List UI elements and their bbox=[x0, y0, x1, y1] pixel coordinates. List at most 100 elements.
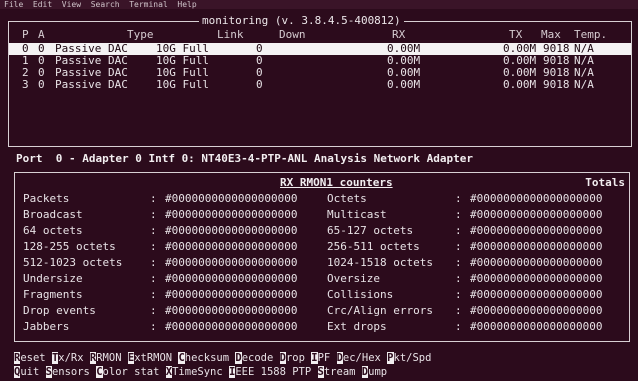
hotkey-label: TimeSync bbox=[172, 366, 223, 378]
hotkey-bar-row1: Reset Tx/Rx RRMON ExtRMON Checksum Decod… bbox=[14, 352, 634, 364]
col-max: Max bbox=[541, 28, 561, 41]
adapter-number: 0 bbox=[38, 78, 45, 91]
port-row-3[interactable]: 3 0 Passive DAC 10G Full 0 0.00M 0.00M 9… bbox=[9, 79, 631, 91]
hotkey-item[interactable]: Decode bbox=[235, 352, 273, 364]
hotkey-item[interactable]: Sensors bbox=[45, 366, 90, 378]
counter-value-right: #0000000000000000000 bbox=[470, 304, 603, 317]
counter-row: Jabbers: #0000000000000000000 Ext drops: #0… bbox=[15, 320, 629, 334]
counters-title: RX RMON1 counters bbox=[280, 176, 393, 189]
port-rx: 0.00M bbox=[387, 78, 421, 91]
col-type: Type bbox=[127, 28, 154, 41]
counter-colon-left: : bbox=[150, 256, 157, 269]
hotkey-item[interactable]: Tx/Rx bbox=[51, 352, 84, 364]
counter-label-left: Jabbers bbox=[23, 320, 70, 333]
hotkey-item[interactable]: Color stat bbox=[96, 366, 159, 378]
counter-colon-right: : bbox=[455, 288, 462, 301]
counter-label-right: Ext drops bbox=[327, 320, 387, 333]
counter-value-left: #0000000000000000000 bbox=[165, 288, 298, 301]
counter-label-left: Packets bbox=[23, 192, 70, 205]
hotkey-bar-row2: Quit Sensors Color stat XTimeSync IEEE 1… bbox=[14, 366, 634, 378]
port-temp: N/A bbox=[574, 78, 594, 91]
counter-value-right: #0000000000000000000 bbox=[470, 288, 603, 301]
hotkey-label: hecksum bbox=[184, 352, 230, 364]
port-table-header: P A Type Link Down RX TX Max Temp. bbox=[9, 29, 631, 41]
counter-row: Broadcast: #0000000000000000000 Multicast:… bbox=[15, 208, 629, 222]
port-type: Passive DAC bbox=[55, 78, 128, 91]
counter-label-right: Octets bbox=[327, 192, 367, 205]
hotkey-item[interactable]: ExtRMON bbox=[127, 352, 172, 364]
col-rx: RX bbox=[392, 28, 406, 41]
counter-label-right: Crc/Align errors bbox=[327, 304, 433, 317]
counter-value-left: #0000000000000000000 bbox=[165, 192, 298, 205]
hotkey-item[interactable]: Drop bbox=[279, 352, 305, 364]
counter-colon-left: : bbox=[150, 272, 157, 285]
monitoring-panel: monitoring (v. 3.8.4.5-400812) P A Type … bbox=[8, 14, 632, 147]
hotkey-label: x/Rx bbox=[58, 352, 84, 364]
col-down: Down bbox=[279, 28, 306, 41]
hotkey-item[interactable]: RRMON bbox=[89, 352, 122, 364]
counter-colon-left: : bbox=[150, 208, 157, 221]
terminal-window: File Edit View Search Terminal Help moni… bbox=[0, 0, 638, 381]
counter-label-right: Oversize bbox=[327, 272, 380, 285]
counter-row: 64 octets: #0000000000000000000 65-127 oct… bbox=[15, 224, 629, 238]
counter-label-right: Multicast bbox=[327, 208, 387, 221]
counter-value-right: #0000000000000000000 bbox=[470, 240, 603, 253]
counter-label-left: Broadcast bbox=[23, 208, 83, 221]
counter-colon-left: : bbox=[150, 320, 157, 333]
col-temp: Temp. bbox=[574, 28, 608, 41]
counter-colon-left: : bbox=[150, 240, 157, 253]
adapter-info-line: Port 0 - Adapter 0 Intf 0: NT40E3-4-PTP-… bbox=[16, 152, 473, 165]
hotkey-item[interactable]: Quit bbox=[14, 366, 39, 378]
counter-label-left: Undersize bbox=[23, 272, 83, 285]
counter-label-right: 65-127 octets bbox=[327, 224, 414, 237]
hotkey-label: RMON bbox=[96, 352, 122, 364]
col-link: Link bbox=[217, 28, 244, 41]
counter-value-right: #0000000000000000000 bbox=[470, 272, 603, 285]
counter-row: Packets: #0000000000000000000 Octets: #0000… bbox=[15, 192, 629, 206]
hotkey-item[interactable]: Dec/Hex bbox=[336, 352, 381, 364]
counter-value-right: #0000000000000000000 bbox=[470, 224, 603, 237]
counter-row: 128-255 octets: #0000000000000000000 256-5… bbox=[15, 240, 629, 254]
rmon-counters-panel: RX RMON1 counters Totals Packets: #000000… bbox=[14, 172, 630, 342]
counter-colon-left: : bbox=[150, 304, 157, 317]
hotkey-item[interactable]: IEEE 1588 PTP bbox=[229, 366, 311, 378]
col-tx: TX bbox=[509, 28, 523, 41]
counter-colon-right: : bbox=[455, 272, 462, 285]
hotkey-item[interactable]: XTimeSync bbox=[165, 366, 223, 378]
counter-value-right: #0000000000000000000 bbox=[470, 192, 603, 205]
counter-label-left: 64 octets bbox=[23, 224, 83, 237]
hotkey-label: ecode bbox=[241, 352, 274, 364]
hotkey-label: kt/Spd bbox=[393, 352, 432, 364]
counter-value-left: #0000000000000000000 bbox=[165, 256, 298, 269]
col-adapter: A bbox=[38, 28, 45, 41]
hotkey-item[interactable]: Checksum bbox=[178, 352, 229, 364]
hotkey-item[interactable]: Reset bbox=[14, 352, 46, 364]
counter-value-left: #0000000000000000000 bbox=[165, 304, 298, 317]
terminal-menubar[interactable]: File Edit View Search Terminal Help bbox=[0, 0, 638, 9]
hotkey-item[interactable]: Pkt/Spd bbox=[387, 352, 431, 364]
counter-label-left: Fragments bbox=[23, 288, 83, 301]
hotkey-item[interactable]: IPF bbox=[311, 352, 330, 364]
counter-colon-right: : bbox=[455, 304, 462, 317]
col-port: P bbox=[22, 28, 29, 41]
menubar-text[interactable]: File Edit View Search Terminal Help bbox=[4, 0, 197, 9]
hotkey-label: PF bbox=[317, 352, 331, 364]
counter-colon-left: : bbox=[150, 224, 157, 237]
hotkey-label: olor stat bbox=[102, 366, 160, 378]
hotkey-label: rop bbox=[285, 352, 305, 364]
hotkey-label: uit bbox=[20, 366, 40, 378]
hotkey-label: ump bbox=[368, 366, 388, 378]
counter-row: 512-1023 octets: #0000000000000000000 1024… bbox=[15, 256, 629, 270]
counter-colon-right: : bbox=[455, 320, 462, 333]
port-link: 10G Full bbox=[156, 78, 209, 91]
counter-value-left: #0000000000000000000 bbox=[165, 272, 298, 285]
hotkey-item[interactable]: Stream bbox=[317, 366, 356, 378]
counter-colon-left: : bbox=[150, 192, 157, 205]
counter-value-left: #0000000000000000000 bbox=[165, 320, 298, 333]
counter-value-left: #0000000000000000000 bbox=[165, 240, 298, 253]
port-max: 9018 bbox=[543, 78, 570, 91]
hotkey-label: tream bbox=[323, 366, 356, 378]
counter-value-right: #0000000000000000000 bbox=[470, 208, 603, 221]
hotkey-item[interactable]: Dump bbox=[361, 366, 388, 378]
counter-value-left: #0000000000000000000 bbox=[165, 208, 298, 221]
